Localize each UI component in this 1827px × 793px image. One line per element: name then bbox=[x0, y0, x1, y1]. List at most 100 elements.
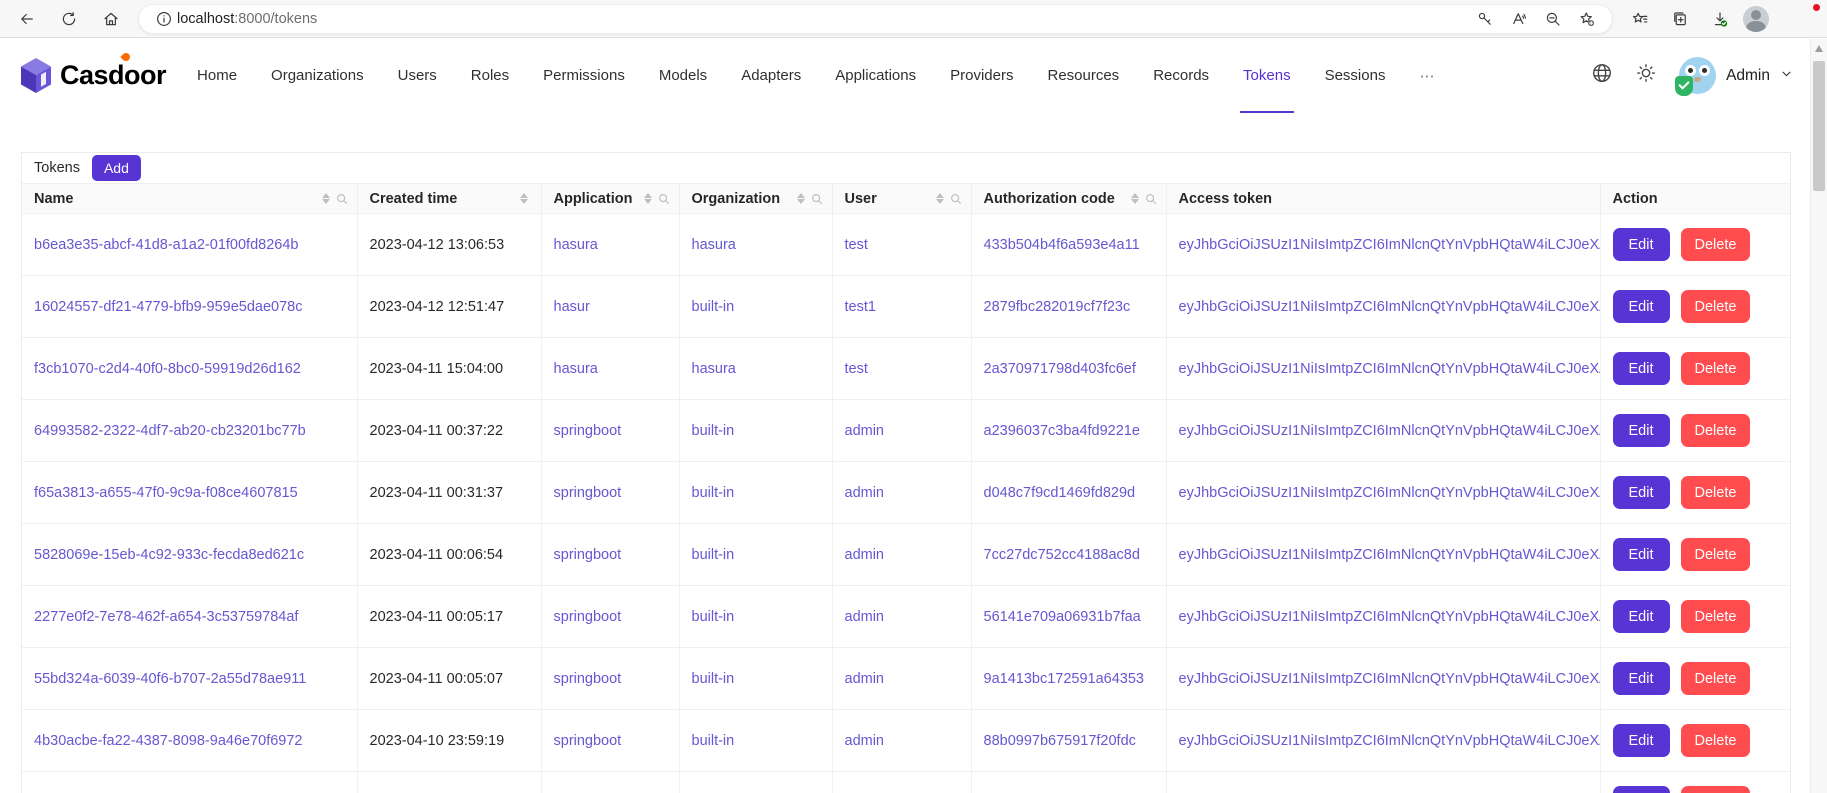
authorization-code-link[interactable]: a2396037c3ba4fd9221e bbox=[984, 423, 1140, 439]
address-bar[interactable]: localhost:8000/tokens bbox=[138, 4, 1613, 34]
user-link[interactable]: admin bbox=[845, 671, 885, 687]
nav-item-resources[interactable]: Resources bbox=[1030, 38, 1136, 113]
user-link[interactable]: admin bbox=[845, 423, 885, 439]
delete-button[interactable]: Delete bbox=[1681, 786, 1751, 793]
access-token-link[interactable]: eyJhbGciOiJSUzI1NiIsImtpZCI6ImNlcnQtYnVp… bbox=[1179, 361, 1601, 377]
authorization-code-link[interactable]: d048c7f9cd1469fd829d bbox=[984, 485, 1136, 501]
edit-button[interactable]: Edit bbox=[1613, 414, 1670, 447]
nav-item-applications[interactable]: Applications bbox=[818, 38, 933, 113]
edit-button[interactable]: Edit bbox=[1613, 538, 1670, 571]
add-token-button[interactable]: Add bbox=[92, 155, 141, 181]
token-name-link[interactable]: f3cb1070-c2d4-40f0-8bc0-59919d26d162 bbox=[34, 361, 301, 377]
user-link[interactable]: test bbox=[845, 237, 868, 253]
scrollbar-thumb[interactable] bbox=[1813, 61, 1825, 191]
organization-link[interactable]: built-in bbox=[692, 671, 735, 687]
downloads-icon[interactable] bbox=[1703, 4, 1737, 34]
access-token-link[interactable]: eyJhbGciOiJSUzI1NiIsImtpZCI6ImNlcnQtYnVp… bbox=[1179, 485, 1601, 501]
nav-item-roles[interactable]: Roles bbox=[454, 38, 526, 113]
nav-item-records[interactable]: Records bbox=[1136, 38, 1226, 113]
application-link[interactable]: springboot bbox=[554, 485, 622, 501]
nav-item-home[interactable]: Home bbox=[180, 38, 254, 113]
access-token-link[interactable]: eyJhbGciOiJSUzI1NiIsImtpZCI6ImNlcnQtYnVp… bbox=[1179, 423, 1601, 439]
column-header-authorization-code[interactable]: Authorization code bbox=[971, 184, 1166, 214]
sorter-icon[interactable] bbox=[1131, 193, 1139, 204]
column-header-organization[interactable]: Organization bbox=[679, 184, 832, 214]
delete-button[interactable]: Delete bbox=[1681, 724, 1751, 757]
theme-sun-icon[interactable] bbox=[1635, 62, 1657, 89]
sorter-icon[interactable] bbox=[644, 193, 652, 204]
authorization-code-link[interactable]: 9a1413bc172591a64353 bbox=[984, 671, 1144, 687]
delete-button[interactable]: Delete bbox=[1681, 290, 1751, 323]
delete-button[interactable]: Delete bbox=[1681, 662, 1751, 695]
authorization-code-link[interactable]: 2879fbc282019cf7f23c bbox=[984, 299, 1131, 315]
edit-button[interactable]: Edit bbox=[1613, 786, 1670, 793]
account-menu[interactable]: Admin bbox=[1679, 57, 1793, 94]
user-link[interactable]: admin bbox=[845, 733, 885, 749]
nav-item-providers[interactable]: Providers bbox=[933, 38, 1030, 113]
application-link[interactable]: springboot bbox=[554, 671, 622, 687]
edit-button[interactable]: Edit bbox=[1613, 662, 1670, 695]
user-link[interactable]: test1 bbox=[845, 299, 876, 315]
nav-item-sessions[interactable]: Sessions bbox=[1308, 38, 1403, 113]
edit-button[interactable]: Edit bbox=[1613, 476, 1670, 509]
access-token-link[interactable]: eyJhbGciOiJSUzI1NiIsImtpZCI6ImNlcnQtYnVp… bbox=[1179, 547, 1601, 563]
browser-profile-avatar[interactable] bbox=[1743, 6, 1769, 32]
search-icon[interactable] bbox=[335, 192, 349, 206]
nav-item-models[interactable]: Models bbox=[642, 38, 724, 113]
read-aloud-icon[interactable] bbox=[1502, 4, 1536, 34]
authorization-code-link[interactable]: 56141e709a06931b7faa bbox=[984, 609, 1141, 625]
nav-item-organizations[interactable]: Organizations bbox=[254, 38, 381, 113]
delete-button[interactable]: Delete bbox=[1681, 352, 1751, 385]
edit-button[interactable]: Edit bbox=[1613, 724, 1670, 757]
authorization-code-link[interactable]: 7cc27dc752cc4188ac8d bbox=[984, 547, 1140, 563]
application-link[interactable]: hasur bbox=[554, 299, 590, 315]
authorization-code-link[interactable]: 2a370971798d403fc6ef bbox=[984, 361, 1136, 377]
delete-button[interactable]: Delete bbox=[1681, 538, 1751, 571]
browser-home-icon[interactable] bbox=[94, 4, 128, 34]
collections-icon[interactable] bbox=[1663, 4, 1697, 34]
url-text[interactable]: localhost:8000/tokens bbox=[177, 11, 1468, 27]
organization-link[interactable]: built-in bbox=[692, 733, 735, 749]
token-name-link[interactable]: f65a3813-a655-47f0-9c9a-f08ce4607815 bbox=[34, 485, 298, 501]
nav-item-adapters[interactable]: Adapters bbox=[724, 38, 818, 113]
sorter-icon[interactable] bbox=[520, 193, 528, 204]
delete-button[interactable]: Delete bbox=[1681, 600, 1751, 633]
organization-link[interactable]: built-in bbox=[692, 609, 735, 625]
edit-button[interactable]: Edit bbox=[1613, 600, 1670, 633]
browser-refresh-icon[interactable] bbox=[52, 4, 86, 34]
edit-button[interactable]: Edit bbox=[1613, 352, 1670, 385]
browser-back-icon[interactable] bbox=[10, 4, 44, 34]
column-header-application[interactable]: Application bbox=[541, 184, 679, 214]
nav-item-users[interactable]: Users bbox=[381, 38, 454, 113]
delete-button[interactable]: Delete bbox=[1681, 228, 1751, 261]
organization-link[interactable]: built-in bbox=[692, 547, 735, 563]
token-name-link[interactable]: b6ea3e35-abcf-41d8-a1a2-01f00fd8264b bbox=[34, 237, 298, 253]
sorter-icon[interactable] bbox=[936, 193, 944, 204]
application-link[interactable]: hasura bbox=[554, 361, 598, 377]
search-icon[interactable] bbox=[657, 192, 671, 206]
access-token-link[interactable]: eyJhbGciOiJSUzI1NiIsImtpZCI6ImNlcnQtYnVp… bbox=[1179, 733, 1601, 749]
organization-link[interactable]: built-in bbox=[692, 423, 735, 439]
access-token-link[interactable]: eyJhbGciOiJSUzI1NiIsImtpZCI6ImNlcnQtYnVp… bbox=[1179, 609, 1601, 625]
user-link[interactable]: test bbox=[845, 361, 868, 377]
edit-button[interactable]: Edit bbox=[1613, 228, 1670, 261]
token-name-link[interactable]: 64993582-2322-4df7-ab20-cb23201bc77b bbox=[34, 423, 306, 439]
sorter-icon[interactable] bbox=[797, 193, 805, 204]
search-icon[interactable] bbox=[1144, 192, 1158, 206]
zoom-out-icon[interactable] bbox=[1536, 4, 1570, 34]
organization-link[interactable]: built-in bbox=[692, 485, 735, 501]
page-info-icon[interactable] bbox=[151, 4, 177, 34]
organization-link[interactable]: hasura bbox=[692, 361, 736, 377]
token-name-link[interactable]: 4b30acbe-fa22-4387-8098-9a46e70f6972 bbox=[34, 733, 302, 749]
delete-button[interactable]: Delete bbox=[1681, 414, 1751, 447]
user-link[interactable]: admin bbox=[845, 609, 885, 625]
column-header-created-time[interactable]: Created time bbox=[357, 184, 541, 214]
password-key-icon[interactable] bbox=[1468, 4, 1502, 34]
authorization-code-link[interactable]: 433b504b4f6a593e4a11 bbox=[984, 237, 1140, 253]
edit-button[interactable]: Edit bbox=[1613, 290, 1670, 323]
casdoor-logo[interactable]: Casdoor bbox=[18, 38, 166, 113]
favorites-icon[interactable] bbox=[1623, 4, 1657, 34]
user-link[interactable]: admin bbox=[845, 547, 885, 563]
application-link[interactable]: springboot bbox=[554, 609, 622, 625]
authorization-code-link[interactable]: 88b0997b675917f20fdc bbox=[984, 733, 1136, 749]
